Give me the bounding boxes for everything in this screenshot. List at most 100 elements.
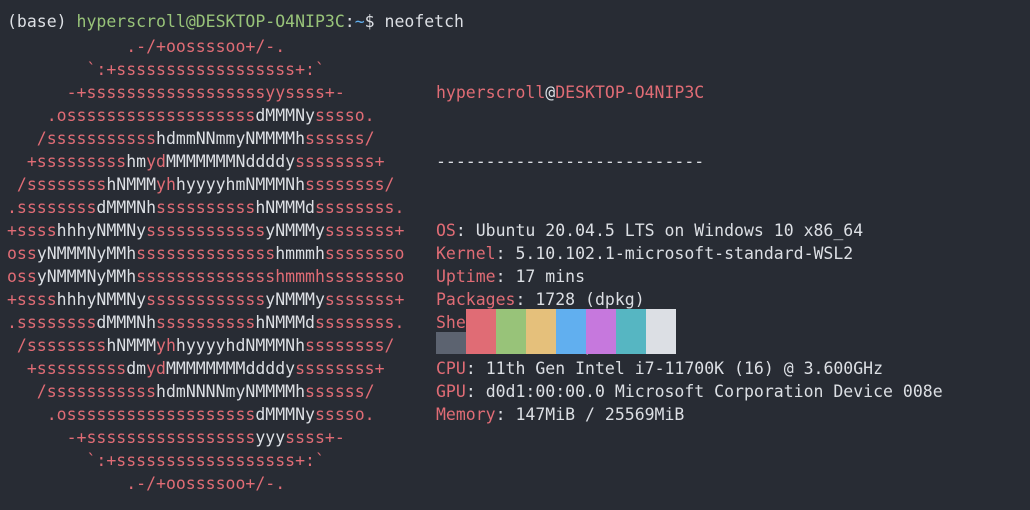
info-row-memory: Memory: 147MiB / 25569MiB — [436, 403, 943, 426]
ascii-logo-segment: ssssssss+ — [295, 359, 385, 378]
ascii-logo-line: .-/+oossssoo+/-. — [7, 472, 404, 495]
ascii-logo-segment: .-/+oossssoo+/-. — [7, 37, 286, 56]
info-key: OS — [436, 221, 456, 240]
ascii-logo-segment: oss — [7, 244, 37, 263]
ascii-logo-segment: hdmmNNmmyNMMMMh — [156, 129, 306, 148]
prompt-path: ~ — [354, 12, 365, 31]
terminal-window[interactable]: (base) hyperscroll@DESKTOP-O4NIP3C:~$ ne… — [0, 0, 1030, 510]
ascii-logo-segment: hmmmh — [275, 244, 325, 263]
ascii-logo-segment: ssssssss/ — [305, 175, 395, 194]
ascii-logo-segment: /sssssssssss — [7, 382, 157, 401]
ascii-logo-line: .-/+oossssoo+/-. — [7, 35, 404, 58]
ascii-logo-segment: hyyyyhmNMMMNh — [175, 175, 306, 194]
ascii-logo-line: .ssssssssdMMMNhsssssssssshNMMMdssssssss. — [7, 196, 404, 219]
ascii-logo-segment: yNMMMNyMMh — [36, 267, 137, 286]
ascii-logo-segment: hm — [126, 152, 147, 171]
info-key-colon: : — [495, 405, 516, 424]
ascii-logo-line: /ssssssssssshdmNNNNmyNMMMMhssssss/ — [7, 380, 404, 403]
ascii-logo-segment: oss — [7, 267, 37, 286]
ascii-logo-line: .osssssssssssssssssssdMMMNysssso. — [7, 403, 404, 426]
prompt-dollar: $ — [364, 12, 375, 31]
ascii-logo-segment: hNMMMd — [255, 313, 315, 332]
entered-command: neofetch — [384, 12, 464, 31]
ascii-logo-segment: yh — [156, 175, 176, 194]
command-prompt-line: (base) hyperscroll@DESKTOP-O4NIP3C:~$ ne… — [7, 11, 464, 33]
info-key: CPU — [436, 359, 466, 378]
info-user: hyperscroll — [436, 83, 546, 102]
ascii-logo-segment: sssssssssssssshmmmhssssssso — [136, 267, 405, 286]
ascii-logo-segment: +sssssssss — [7, 152, 127, 171]
ascii-logo-segment: hhhyNMMNy — [56, 290, 147, 309]
ascii-logo-segment: ssssssssssss — [146, 290, 266, 309]
info-key-colon: : — [495, 244, 516, 263]
ascii-logo-line: .ssssssssdMMMNhsssssssssshNMMMdssssssss. — [7, 311, 404, 334]
ascii-logo-segment: sssso. — [314, 106, 375, 125]
info-key-colon: : — [465, 382, 486, 401]
info-value: 17 mins — [515, 267, 586, 286]
info-value: 11th Gen Intel i7-11700K (16) @ 3.600GHz — [485, 359, 884, 378]
ascii-logo-segment: ssssssssss — [156, 313, 256, 332]
ascii-logo-segment: .ssssssss — [7, 198, 97, 217]
color-swatch-green — [496, 309, 526, 354]
ascii-logo-segment: ssssss/ — [305, 129, 375, 148]
ascii-logo-segment: hdmNNNNmyNMMMMh — [156, 382, 306, 401]
info-key: Packages — [436, 290, 516, 309]
ascii-logo-line: -+sssssssssssssssssyyyssss+- — [7, 426, 404, 449]
ascii-logo-segment: `:+ssssssssssssssssss+:` — [7, 451, 325, 470]
color-swatch-magenta — [586, 309, 616, 354]
ascii-logo-segment: MMMMMMMNddddy — [165, 152, 296, 171]
ascii-logo-segment: /ssssssss — [7, 336, 107, 355]
info-value: 147MiB / 25569MiB — [515, 405, 685, 424]
info-row-os: OS: Ubuntu 20.04.5 LTS on Windows 10 x86… — [436, 219, 943, 242]
info-key: GPU — [436, 382, 466, 401]
prompt-user-host: hyperscroll@DESKTOP-O4NIP3C — [76, 12, 345, 31]
ascii-logo-segment: hNMMM — [106, 336, 157, 355]
ascii-logo-line: /ssssssssssshdmmNNmmyNMMMMhssssss/ — [7, 127, 404, 150]
color-swatch-yellow — [526, 309, 556, 354]
ascii-logo-line: .osssssssssssssssssssdMMMNysssso. — [7, 104, 404, 127]
info-key: Memory — [436, 405, 496, 424]
ascii-logo-segment: ssssssso — [324, 244, 405, 263]
ascii-logo-segment: ssss+- — [285, 428, 345, 447]
ascii-logo-line: ossyNMMMNyMMhsssssssssssssshmmmhssssssso — [7, 265, 404, 288]
ascii-logo-segment: +ssss — [7, 290, 57, 309]
ascii-logo-line: /sssssssshNMMMyhhyyyyhdNMMMNhssssssss/ — [7, 334, 404, 357]
ascii-logo-segment: yh — [156, 336, 176, 355]
ascii-logo-segment: ssssssss+ — [295, 152, 385, 171]
ascii-logo-segment: -+sssssssssssssssss — [7, 428, 256, 447]
ascii-logo-segment: ssssss/ — [305, 382, 375, 401]
info-key-colon: : — [515, 290, 536, 309]
ascii-logo-segment: ssssssssss — [156, 198, 256, 217]
ubuntu-ascii-logo: .-/+oossssoo+/-. `:+ssssssssssssssssss+:… — [7, 35, 404, 495]
color-swatch-red — [466, 309, 496, 354]
info-value: 5.10.102.1-microsoft-standard-WSL2 — [515, 244, 854, 263]
ascii-logo-line: /sssssssshNMMMyhhyyyyhmNMMMNhssssssss/ — [7, 173, 404, 196]
ascii-logo-line: +sssshhhyNMMNyssssssssssssyNMMMysssssss+ — [7, 219, 404, 242]
ascii-logo-segment: yNMMMy — [265, 290, 325, 309]
ascii-logo-segment: ssssssss. — [314, 313, 405, 332]
info-value: Ubuntu 20.04.5 LTS on Windows 10 x86_64 — [475, 221, 864, 240]
ascii-logo-segment: yd — [146, 152, 166, 171]
ascii-logo-segment: yyy — [255, 428, 286, 447]
info-key: Uptime — [436, 267, 496, 286]
info-separator: --------------------------- — [436, 152, 705, 171]
ascii-logo-segment: hyyyyhdNMMMNh — [175, 336, 306, 355]
ascii-logo-segment: ssssssss/ — [305, 336, 395, 355]
ascii-logo-segment: yNMMMy — [265, 221, 325, 240]
color-swatch-white — [646, 309, 676, 354]
ascii-logo-segment: dMMMNh — [96, 198, 157, 217]
ascii-logo-line: +ssssssssshmydMMMMMMMNddddyssssssss+ — [7, 150, 404, 173]
conda-env-label: (base) — [7, 12, 67, 31]
prompt-colon: : — [344, 12, 355, 31]
ascii-logo-segment: dMMMNy — [255, 405, 315, 424]
info-row-packages: Packages: 1728 (dpkg) — [436, 288, 943, 311]
ascii-logo-segment: yNMMMNyMMh — [36, 244, 137, 263]
info-row-kernel: Kernel: 5.10.102.1-microsoft-standard-WS… — [436, 242, 943, 265]
info-key-colon: : — [455, 221, 476, 240]
ascii-logo-line: -+ssssssssssssssssssyyssss+- — [7, 81, 404, 104]
info-key-colon: : — [465, 359, 486, 378]
ascii-logo-segment: +ssss — [7, 221, 57, 240]
ascii-logo-segment: /ssssssss — [7, 175, 107, 194]
ascii-logo-segment: dMMMNh — [96, 313, 157, 332]
ascii-logo-line: +sssssssssdmydMMMMMMMMddddyssssssss+ — [7, 357, 404, 380]
